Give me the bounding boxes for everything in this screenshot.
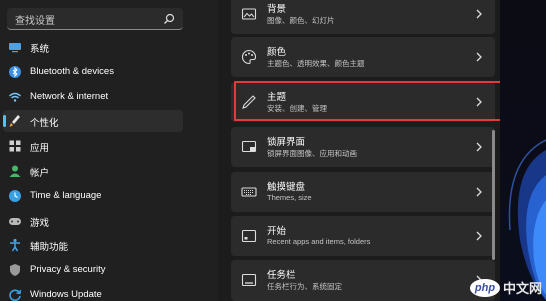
palette-icon — [241, 49, 257, 65]
search-icon[interactable] — [163, 13, 175, 25]
search-box[interactable]: 查找设置 — [7, 8, 183, 30]
sidebar-item-label: 游戏 — [30, 218, 50, 229]
setting-card-lock-screen[interactable]: 锁屏界面 锁屏界面图像、应用和动画 — [231, 127, 495, 167]
pen-icon — [242, 95, 256, 109]
setting-card-colors[interactable]: 颜色 主题色、透明效果、颜色主题 — [231, 37, 495, 77]
chevron-right-icon — [476, 97, 482, 107]
sidebar-item-label: Time & language — [30, 190, 102, 201]
sidebar: 查找设置 系统 Bluetooth & devices Network & in… — [0, 0, 218, 301]
sidebar-item-label: 应用 — [30, 143, 50, 154]
sidebar-item-label: 系统 — [30, 44, 50, 55]
wallpaper-bloom-art — [508, 139, 546, 300]
card-title: 触摸键盘 — [267, 182, 306, 193]
sidebar-item-label: Network & internet — [30, 91, 109, 102]
sidebar-item-windows-update[interactable]: Windows Update — [0, 284, 184, 301]
scrollbar-thumb[interactable] — [492, 130, 495, 260]
setting-card-background[interactable]: 背景 图像、颜色、幻灯片 — [231, 0, 495, 34]
selection-indicator — [3, 115, 6, 127]
sidebar-item-label: 帐户 — [30, 168, 50, 179]
card-subtitle: 主题色、透明效果、颜色主题 — [267, 59, 365, 68]
sidebar-item-privacy[interactable]: Privacy & security — [0, 259, 184, 281]
taskbar-icon — [241, 273, 257, 287]
apps-icon — [9, 140, 21, 152]
update-icon — [9, 289, 22, 301]
search-placeholder: 查找设置 — [15, 16, 55, 27]
sidebar-item-time-language[interactable]: Time & language — [0, 185, 184, 207]
sidebar-item-apps[interactable]: 应用 — [0, 135, 184, 157]
person-icon — [9, 165, 21, 177]
wifi-icon — [9, 92, 21, 102]
desktop-wallpaper — [500, 0, 546, 301]
sidebar-item-network[interactable]: Network & internet — [0, 86, 184, 108]
card-title: 任务栏 — [267, 270, 296, 281]
accessibility-icon — [10, 238, 20, 252]
brush-icon — [9, 115, 20, 127]
card-subtitle: 任务栏行为、系统固定 — [267, 282, 342, 291]
start-icon — [241, 229, 257, 243]
main-content: 背景 图像、颜色、幻灯片 颜色 主题色、透明效果、颜色主题 主题 安装、创建、管… — [218, 0, 546, 301]
shield-icon — [10, 264, 20, 276]
card-subtitle: 锁屏界面图像、应用和动画 — [267, 149, 357, 158]
monitor-icon — [9, 43, 21, 53]
card-title: 锁屏界面 — [267, 137, 306, 148]
card-subtitle: Recent apps and items, folders — [267, 237, 371, 246]
card-title: 背景 — [267, 4, 287, 15]
sidebar-item-label: 个性化 — [30, 118, 59, 129]
sidebar-item-accounts[interactable]: 帐户 — [0, 160, 184, 182]
sidebar-item-accessibility[interactable]: 辅助功能 — [0, 234, 184, 256]
globe-clock-icon — [9, 190, 21, 202]
sidebar-item-system[interactable]: 系统 — [0, 36, 184, 58]
watermark-text: 中文网 — [502, 281, 542, 296]
chevron-right-icon — [476, 231, 482, 241]
card-subtitle: 图像、颜色、幻灯片 — [267, 16, 335, 25]
bluetooth-icon — [9, 66, 21, 78]
card-title: 开始 — [267, 226, 287, 237]
sidebar-item-label: Bluetooth & devices — [30, 66, 114, 77]
image-icon — [241, 8, 257, 20]
setting-card-taskbar[interactable]: 任务栏 任务栏行为、系统固定 — [231, 260, 495, 301]
game-controller-icon — [9, 218, 21, 225]
lock-screen-icon — [241, 140, 257, 153]
chevron-right-icon — [476, 187, 482, 197]
setting-card-themes[interactable]: 主题 安装、创建、管理 — [231, 82, 495, 122]
keyboard-icon — [241, 187, 257, 197]
chevron-right-icon — [476, 52, 482, 62]
sidebar-item-personalization[interactable]: 个性化 — [3, 110, 183, 132]
site-watermark: php 中文网 — [469, 278, 542, 297]
php-logo: php — [469, 278, 500, 297]
chevron-right-icon — [476, 142, 482, 152]
card-title: 颜色 — [267, 47, 287, 58]
sidebar-item-label: Windows Update — [30, 289, 102, 300]
sidebar-item-gaming[interactable]: 游戏 — [0, 210, 184, 232]
card-subtitle: Themes, size — [267, 193, 312, 202]
sidebar-item-label: Privacy & security — [30, 264, 106, 275]
card-title: 主题 — [267, 92, 287, 103]
chevron-right-icon — [476, 9, 482, 19]
setting-card-start[interactable]: 开始 Recent apps and items, folders — [231, 216, 495, 256]
sidebar-item-bluetooth[interactable]: Bluetooth & devices — [0, 61, 184, 83]
card-subtitle: 安装、创建、管理 — [267, 104, 327, 113]
sidebar-item-label: 辅助功能 — [30, 242, 69, 253]
setting-card-touch-keyboard[interactable]: 触摸键盘 Themes, size — [231, 172, 495, 212]
